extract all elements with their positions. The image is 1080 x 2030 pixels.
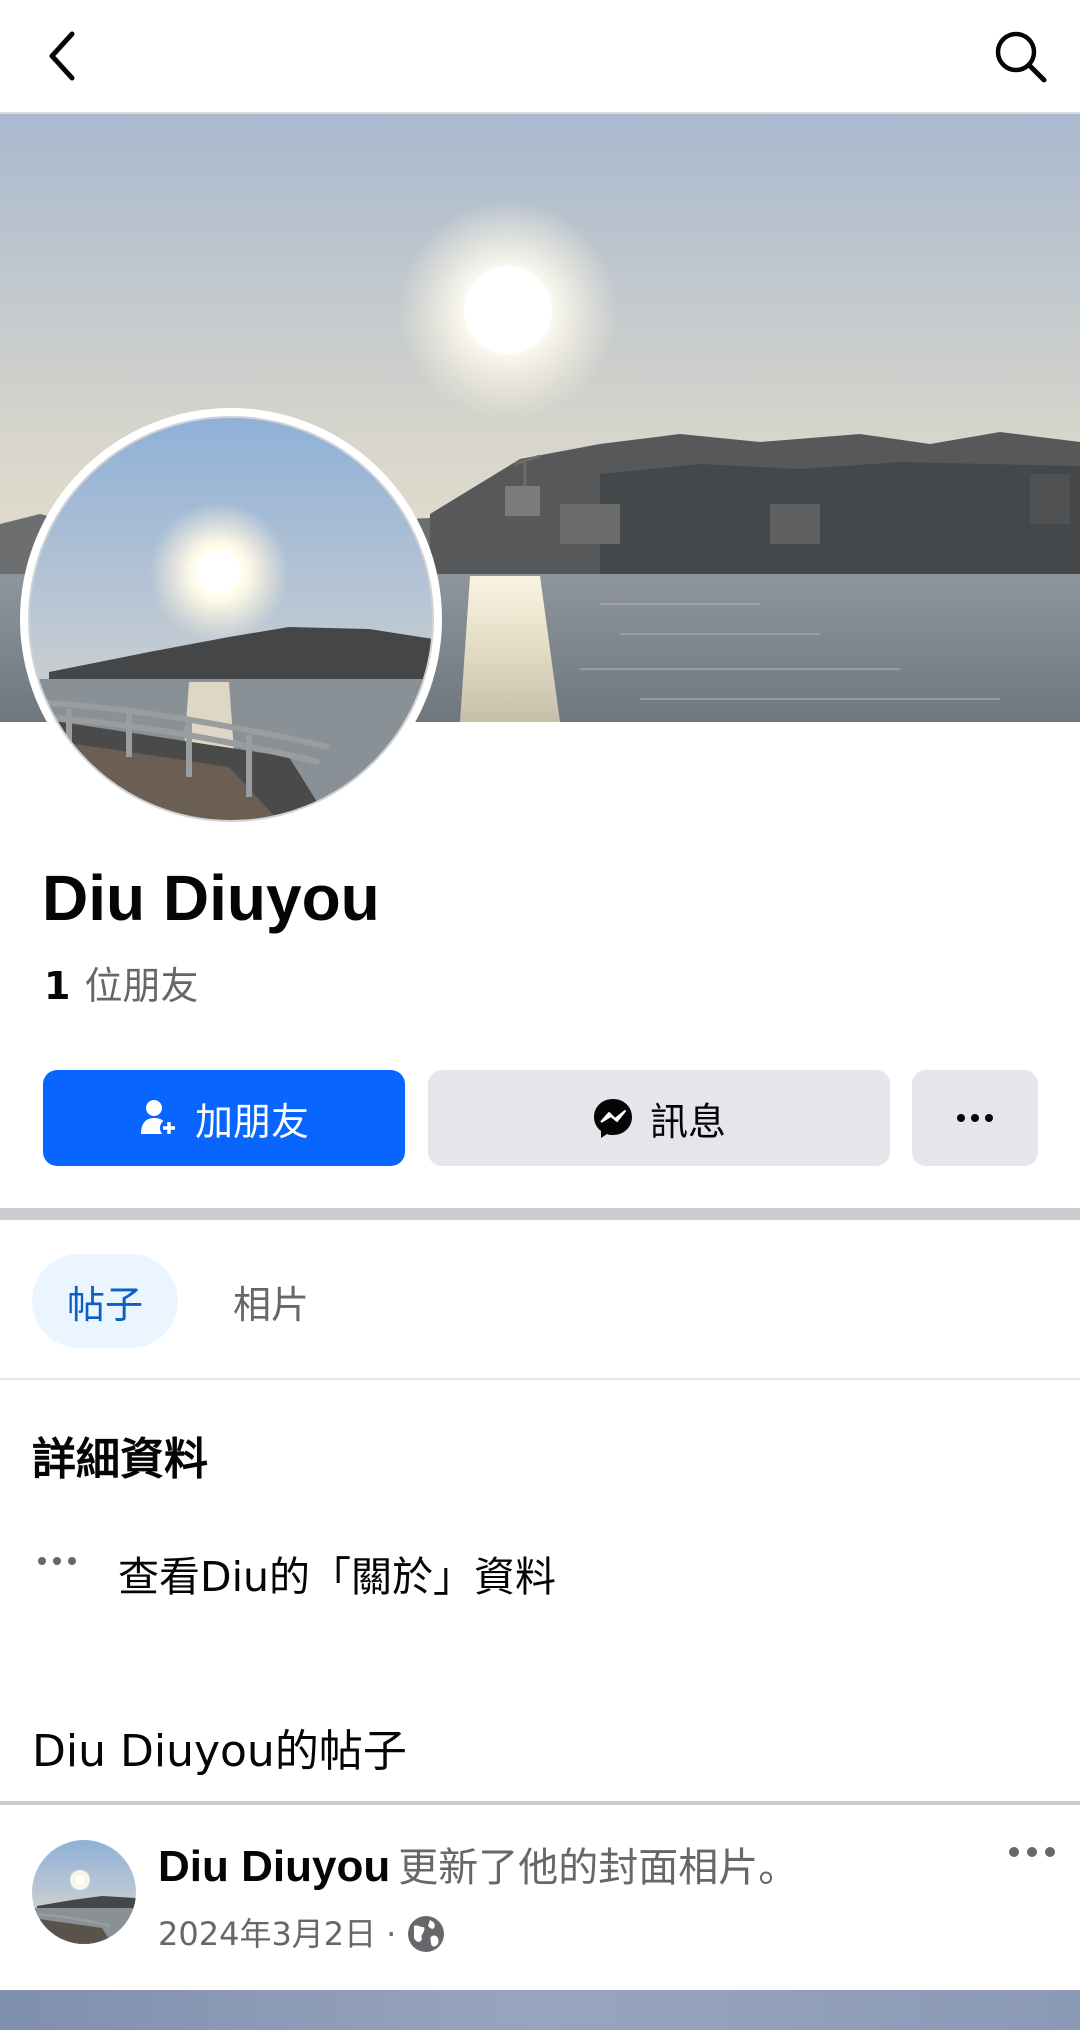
- profile-avatar[interactable]: [20, 408, 442, 830]
- more-options-button[interactable]: [912, 1070, 1038, 1166]
- add-friend-icon: [140, 1100, 178, 1137]
- messenger-icon: [593, 1099, 632, 1138]
- post-author-name[interactable]: Diu Diuyou: [158, 1842, 390, 1891]
- more-dots-icon: [957, 1114, 993, 1122]
- post-cover-image[interactable]: [0, 1990, 1080, 2030]
- post-options-button[interactable]: [1006, 1842, 1058, 1866]
- post-date[interactable]: 2024年3月2日: [158, 1910, 376, 1958]
- globe-icon: [408, 1916, 445, 1952]
- posts-divider: [0, 1801, 1080, 1805]
- message-label: 訊息: [649, 1099, 726, 1144]
- top-bar: [0, 0, 1080, 114]
- back-button[interactable]: [30, 24, 94, 88]
- add-friend-button[interactable]: 加朋友: [43, 1070, 405, 1166]
- search-icon: [995, 31, 1047, 83]
- more-dots-icon: [38, 1557, 76, 1565]
- add-friend-label: 加朋友: [194, 1099, 309, 1144]
- tab-posts[interactable]: 帖子: [32, 1254, 178, 1348]
- friend-count[interactable]: 1 位朋友: [44, 956, 198, 1016]
- more-dots-icon: [1009, 1847, 1055, 1857]
- tab-photos[interactable]: 相片: [208, 1254, 334, 1348]
- search-button[interactable]: [988, 24, 1052, 88]
- post-meta-separator: ·: [386, 1915, 397, 1953]
- friend-count-number: 1: [44, 964, 71, 1008]
- post-title-line: Diu Diuyou 更新了他的封面相片。: [158, 1836, 798, 1899]
- friend-count-label: 位朋友: [84, 964, 199, 1008]
- tabs-divider: [0, 1378, 1080, 1380]
- post-meta: 2024年3月2日 ·: [158, 1910, 446, 1958]
- about-link-text: 查看Diu的「關於」資料: [118, 1553, 556, 1601]
- profile-name: Diu Diuyou: [42, 862, 380, 934]
- section-divider: [0, 1208, 1080, 1220]
- about-link-row[interactable]: 查看Diu的「關於」資料: [32, 1545, 1032, 1609]
- message-button[interactable]: 訊息: [428, 1070, 890, 1166]
- back-arrow-icon: [49, 31, 75, 81]
- details-title: 詳細資料: [32, 1434, 208, 1485]
- post-action-text: 更新了他的封面相片。: [398, 1845, 799, 1891]
- posts-heading: Diu Diuyou的帖子: [32, 1726, 407, 1777]
- post-author-avatar[interactable]: [32, 1840, 136, 1944]
